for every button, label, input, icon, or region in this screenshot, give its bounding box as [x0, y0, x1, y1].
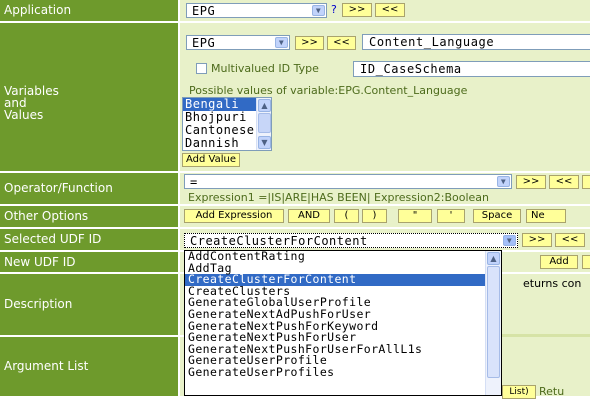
open-paren-button[interactable]: (: [334, 209, 359, 223]
variables-label-line1: Variables: [4, 84, 59, 98]
application-prev-button[interactable]: <<: [375, 3, 405, 17]
add-value-button[interactable]: Add Value: [182, 153, 240, 167]
multivalued-label: Multivalued ID Type: [211, 62, 319, 75]
variables-app-select[interactable]: EPG ▼: [186, 35, 290, 50]
list-item[interactable]: GenerateUserProfiles: [185, 366, 501, 379]
variables-label: Variables and Values: [0, 23, 178, 171]
chevron-down-icon[interactable]: ▼: [275, 37, 288, 48]
add-expression-button[interactable]: Add Expression: [184, 209, 284, 223]
space-button[interactable]: Space: [473, 209, 521, 223]
operator-value-cell: = ▼ >> << ( Expression1 =|IS|ARE|HAS BEE…: [180, 173, 590, 204]
id-type-field[interactable]: ID_CaseSchema: [353, 61, 590, 77]
other-options-label-text: Other Options: [4, 209, 89, 223]
application-next-button[interactable]: >>: [342, 3, 372, 17]
application-value-cell: EPG ▼ ? >> <<: [180, 0, 590, 21]
operator-label: Operator/Function: [0, 173, 178, 204]
operator-open-paren-button[interactable]: (: [582, 175, 590, 189]
application-select-value: EPG: [192, 4, 216, 18]
new-udf-extra-button[interactable]: [582, 255, 590, 269]
argument-list-label-text: Argument List: [4, 359, 89, 373]
possible-values-list[interactable]: Bengali Bhojpuri Cantonese Dannish ▲ ▼: [182, 97, 272, 151]
new-udf-add-button[interactable]: Add: [540, 255, 578, 269]
argument-list-return-text: Retu: [539, 385, 565, 398]
chevron-up-icon[interactable]: ▲: [258, 99, 271, 112]
other-options-label: Other Options: [0, 206, 178, 227]
scrollbar-thumb[interactable]: [258, 113, 271, 133]
selected-udf-label-text: Selected UDF ID: [4, 232, 102, 246]
single-quote-button[interactable]: ': [437, 209, 465, 223]
selected-udf-select-value: CreateClusterForContent: [190, 234, 368, 248]
udf-dropdown-list[interactable]: AddContentRating AddTag CreateClusterFor…: [184, 250, 502, 396]
chevron-down-icon[interactable]: ▼: [503, 235, 516, 246]
application-label-text: Application: [4, 3, 72, 17]
double-quote-button[interactable]: ": [398, 209, 432, 223]
variables-prev-button[interactable]: <<: [327, 36, 356, 50]
application-label: Application: [0, 0, 178, 21]
close-paren-button[interactable]: ): [362, 209, 387, 223]
selected-udf-label: Selected UDF ID: [0, 229, 178, 250]
multivalued-checkbox[interactable]: [196, 63, 207, 74]
variable-name-field[interactable]: Content_Language: [362, 34, 590, 50]
argument-list-button[interactable]: List): [502, 385, 536, 399]
variables-value-cell: EPG ▼ >> << Content_Language Multivalued…: [180, 23, 590, 171]
next-partial-button[interactable]: Ne: [526, 209, 566, 223]
argument-list-label: Argument List: [0, 337, 178, 396]
operator-prev-button[interactable]: <<: [549, 175, 579, 189]
operator-hint: Expression1 =|IS|ARE|HAS BEEN| Expressio…: [188, 191, 489, 204]
selected-udf-value-cell: CreateClusterForContent ▼ >> <<: [180, 229, 590, 250]
description-label: Description: [0, 274, 178, 335]
scrollbar-thumb[interactable]: [487, 266, 500, 378]
other-options-value-cell: Add Expression AND ( ) " ' Space Ne: [180, 206, 590, 227]
list-item[interactable]: AddContentRating: [185, 251, 501, 263]
selected-udf-select[interactable]: CreateClusterForContent ▼: [184, 233, 518, 248]
selected-udf-next-button[interactable]: >>: [522, 233, 552, 247]
list-scrollbar[interactable]: ▲ ▼: [256, 98, 271, 150]
variables-label-line3: Values: [4, 108, 44, 122]
chevron-down-icon[interactable]: ▼: [258, 136, 271, 149]
operator-next-button[interactable]: >>: [516, 175, 546, 189]
possible-values-label: Possible values of variable:EPG.Content_…: [189, 84, 468, 97]
chevron-down-icon[interactable]: ▼: [312, 5, 325, 16]
selected-udf-prev-button[interactable]: <<: [555, 233, 585, 247]
variables-app-select-value: EPG: [192, 36, 216, 50]
variables-next-button[interactable]: >>: [295, 36, 324, 50]
new-udf-label: New UDF ID: [0, 252, 178, 272]
operator-label-text: Operator/Function: [4, 181, 113, 195]
operator-select[interactable]: = ▼: [184, 174, 512, 189]
and-button[interactable]: AND: [288, 209, 330, 223]
description-text: eturns con: [523, 277, 582, 290]
chevron-up-icon[interactable]: ▲: [487, 252, 500, 265]
operator-select-value: =: [190, 175, 198, 189]
application-select[interactable]: EPG ▼: [186, 3, 327, 18]
description-label-text: Description: [4, 297, 73, 311]
chevron-down-icon[interactable]: ▼: [497, 176, 510, 187]
dropdown-scrollbar[interactable]: ▲: [485, 251, 501, 395]
new-udf-label-text: New UDF ID: [4, 255, 76, 269]
help-link[interactable]: ?: [331, 3, 337, 16]
